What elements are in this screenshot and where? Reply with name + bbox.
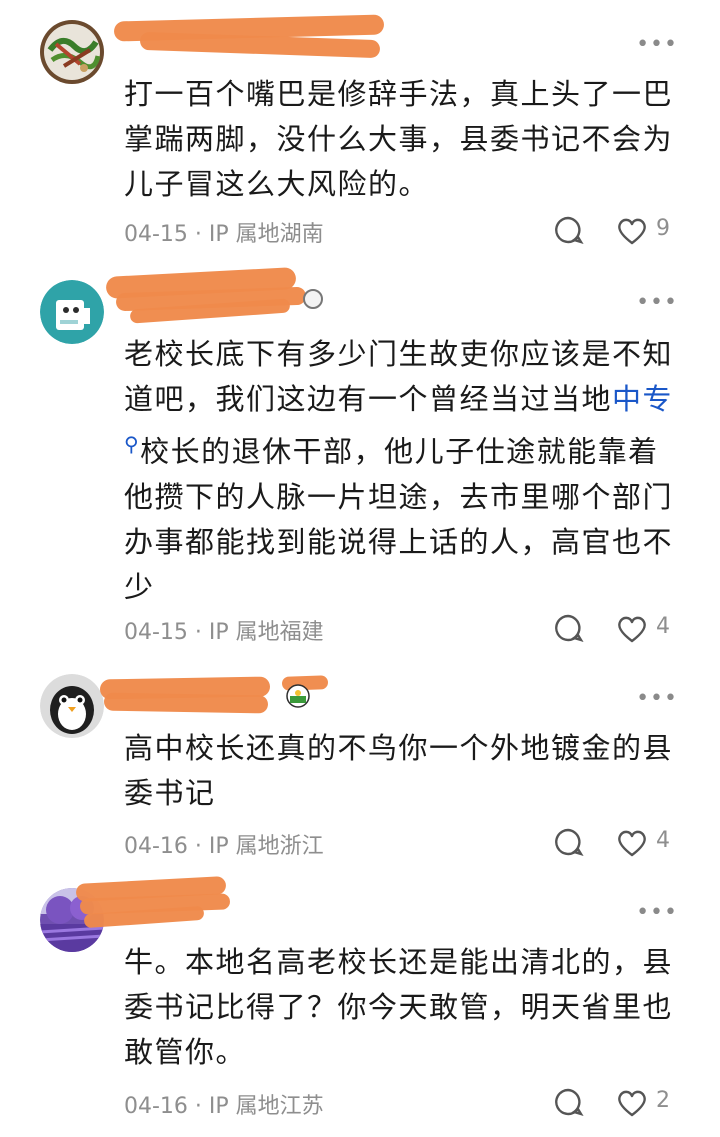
username-redacted[interactable] (99, 672, 290, 714)
avatar[interactable] (40, 280, 104, 344)
comment-meta: 04-16 · IP 属地浙江 (124, 828, 324, 860)
separator: · (187, 620, 209, 645)
username-redacted[interactable] (75, 874, 260, 929)
comment-item: ••• 高中校长还真的不鸟你一个外地镀金的县委书记 04-16 · IP 属地浙… (0, 660, 720, 870)
badge-icon (286, 684, 310, 708)
like-count: 9 (656, 216, 670, 241)
comment-text: 高中校长还真的不鸟你一个外地镀金的县委书记 (124, 731, 674, 810)
more-dots-icon[interactable]: ••• (636, 902, 678, 924)
avatar[interactable] (40, 674, 104, 738)
comment-ip: IP 属地浙江 (208, 834, 324, 859)
comment-meta: 04-15 · IP 属地湖南 (124, 216, 324, 248)
comment-item: ••• 打一百个嘴巴是修辞手法，真上头了一巴掌踹两脚，没什么大事，县委书记不会为… (0, 0, 720, 260)
separator: · (187, 222, 209, 247)
comment-date: 04-16 (124, 834, 188, 859)
like-count: 2 (656, 1088, 670, 1113)
heart-icon[interactable] (616, 614, 648, 644)
search-icon[interactable]: ⚲ (124, 432, 140, 456)
separator: · (187, 1094, 209, 1119)
comment-item: ••• 牛。本地名高老校长还是能出清北的，县委书记比得了？你今天敢管，明天省里也… (0, 870, 720, 1137)
like-count: 4 (656, 828, 670, 853)
comment-item: ••• 老校长底下有多少门生故吏你应该是不知道吧，我们这边有一个曾经当过当地中专… (0, 260, 720, 660)
like-count: 4 (656, 614, 670, 639)
comment-actions: 2 (552, 1086, 682, 1120)
badge-icon (303, 289, 323, 309)
comment-date: 04-15 (124, 222, 188, 247)
comment-text: 老校长底下有多少门生故吏你应该是不知道吧，我们这边有一个曾经当过当地中专 ⚲校长的… (124, 332, 684, 610)
more-dots-icon[interactable]: ••• (636, 688, 678, 710)
comment-text: 牛。本地名高老校长还是能出清北的，县委书记比得了？你今天敢管，明天省里也敢管你。 (124, 945, 674, 1069)
comment-ip: IP 属地湖南 (208, 222, 324, 247)
comment-text: 打一百个嘴巴是修辞手法，真上头了一巴掌踹两脚，没什么大事，县委书记不会为儿子冒这… (124, 77, 674, 201)
more-dots-icon[interactable]: ••• (636, 34, 678, 56)
heart-icon[interactable] (616, 1088, 648, 1118)
comment-meta: 04-16 · IP 属地江苏 (124, 1088, 324, 1120)
search-link[interactable]: 中专 (612, 382, 673, 416)
comment-bubble-icon[interactable] (552, 612, 584, 644)
comment-bubble-icon[interactable] (552, 214, 584, 246)
comment-date: 04-16 (124, 1094, 188, 1119)
comment-text-part: 老校长底下有多少门生故吏你应该是不知道吧，我们这边有一个曾经当过当地 (124, 337, 674, 416)
comment-actions: 4 (552, 826, 682, 860)
username-redacted[interactable] (113, 14, 400, 59)
comment-bubble-icon[interactable] (552, 1086, 584, 1118)
comment-date: 04-15 (124, 620, 188, 645)
comment-meta: 04-15 · IP 属地福建 (124, 614, 324, 646)
comment-bubble-icon[interactable] (552, 826, 584, 858)
heart-icon[interactable] (616, 216, 648, 246)
heart-icon[interactable] (616, 828, 648, 858)
comment-actions: 4 (552, 612, 682, 646)
comment-ip: IP 属地福建 (208, 620, 324, 645)
comment-ip: IP 属地江苏 (208, 1094, 324, 1119)
comment-actions: 9 (552, 214, 682, 248)
comment-text-part: 校长的退休干部，他儿子仕途就能靠着他攒下的人脉一片坦途，去市里哪个部门办事都能找… (124, 434, 674, 604)
avatar[interactable] (40, 20, 104, 84)
separator: · (187, 834, 209, 859)
more-dots-icon[interactable]: ••• (636, 292, 678, 314)
